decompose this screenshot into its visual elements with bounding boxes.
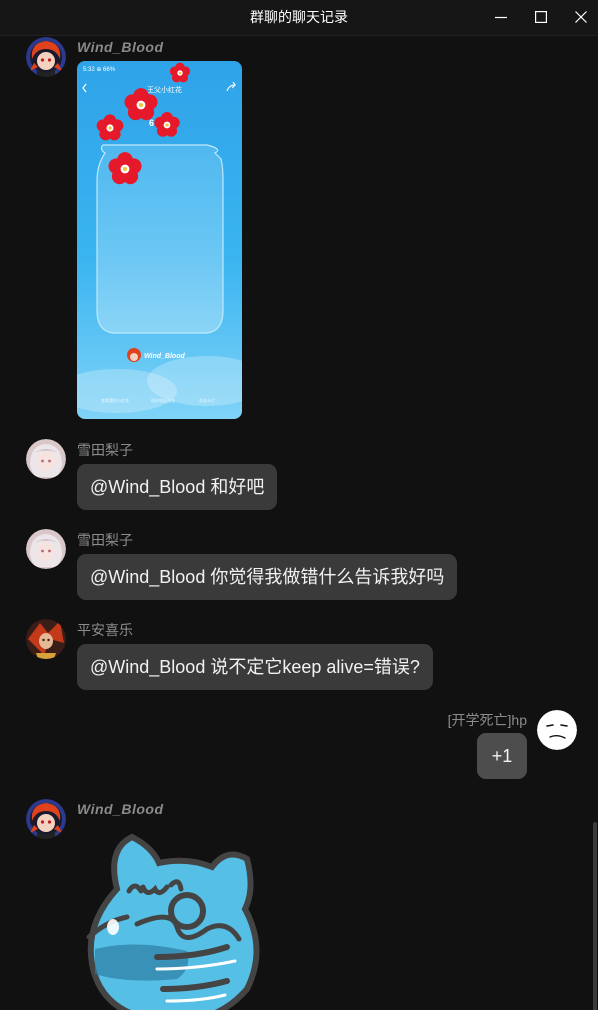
- meh-face-avatar-icon: [537, 710, 577, 750]
- avatar-xuetian-lizi[interactable]: [26, 439, 66, 479]
- avatar-xuetian-lizi[interactable]: [26, 529, 66, 569]
- blue-cat-face-sticker[interactable]: [77, 829, 267, 1010]
- message-bubble[interactable]: +1: [477, 733, 527, 779]
- close-button[interactable]: [561, 0, 598, 35]
- status-bar-text: 5:32 ⊕ 66%: [83, 67, 116, 73]
- flower-count-badge: 6: [149, 118, 154, 128]
- avatar-wind-blood[interactable]: [26, 799, 66, 839]
- sender-name: 雪田梨子: [77, 442, 133, 458]
- message-bubble[interactable]: @Wind_Blood 说不定它keep alive=错误?: [77, 644, 433, 690]
- anime-avatar-white-hair-icon: [26, 439, 66, 479]
- footer-link-3: 花语卡片: [199, 397, 215, 403]
- close-icon: [575, 11, 587, 23]
- title-bar: 群聊的聊天记录: [0, 0, 598, 36]
- footer-link-1: 查看我的小红花: [101, 397, 129, 403]
- sender-name: 雪田梨子: [77, 532, 133, 548]
- page-title-text: 王父小红花: [147, 85, 182, 94]
- message-bubble[interactable]: @Wind_Blood 和好吧: [77, 464, 278, 510]
- avatar-hp[interactable]: [537, 710, 577, 750]
- minimize-button[interactable]: [481, 0, 521, 35]
- anime-avatar-red-hair-icon: [26, 37, 66, 77]
- scrollbar[interactable]: [593, 822, 597, 1010]
- sender-name: Wind_Blood: [77, 801, 164, 817]
- maximize-icon: [535, 11, 547, 23]
- sender-name: 平安喜乐: [77, 622, 133, 638]
- blue-cat-face-sticker-icon: [86, 833, 260, 1010]
- minimize-icon: [495, 16, 507, 19]
- avatar-wind-blood[interactable]: [26, 37, 66, 77]
- screenshot-graphic: 5:32 ⊕ 66% 王父小红花 6 Wind_Blood 查看我的小红花 给好…: [77, 61, 242, 419]
- anime-avatar-red-hair-icon: [26, 799, 66, 839]
- message-bubble[interactable]: @Wind_Blood 你觉得我做错什么告诉我好吗: [77, 554, 458, 600]
- sender-name: Wind_Blood: [77, 39, 164, 55]
- anime-avatar-warrior-icon: [26, 619, 66, 659]
- chat-history[interactable]: Wind_Blood 5:32 ⊕ 66% 王父小红花 6 Wind_Blood…: [0, 36, 598, 1010]
- avatar-pingan-xile[interactable]: [26, 619, 66, 659]
- shared-screenshot-image[interactable]: 5:32 ⊕ 66% 王父小红花 6 Wind_Blood 查看我的小红花 给好…: [77, 61, 242, 419]
- sender-name: [开学死亡]hp: [447, 712, 527, 728]
- footer-link-2: 给好朋友送花: [151, 397, 175, 403]
- maximize-button[interactable]: [521, 0, 561, 35]
- watermark-name: Wind_Blood: [144, 353, 185, 360]
- anime-avatar-white-hair-icon: [26, 529, 66, 569]
